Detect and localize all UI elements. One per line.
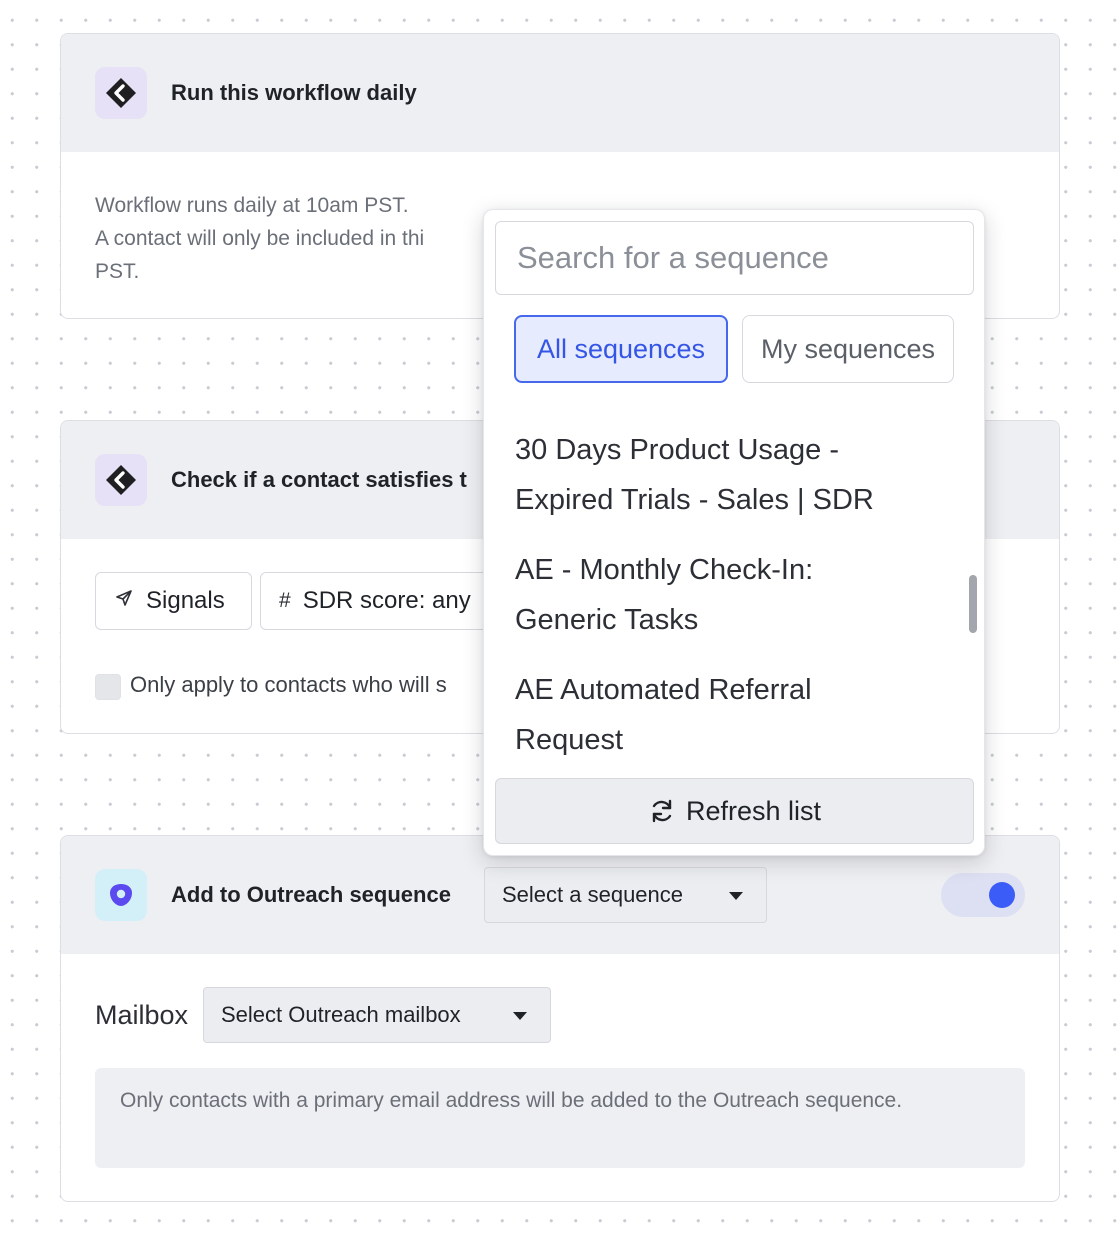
sequence-dropdown: All sequences My sequences 30 Days Produ… bbox=[483, 209, 985, 856]
condition-title: Check if a contact satisfies t bbox=[171, 467, 467, 492]
only-apply-checkbox[interactable] bbox=[95, 674, 121, 700]
outreach-title: Add to Outreach sequence bbox=[171, 882, 451, 907]
sequence-list-scrollbar[interactable] bbox=[969, 575, 977, 633]
tab-all-sequences[interactable]: All sequences bbox=[514, 315, 728, 383]
step-logo-icon bbox=[95, 67, 147, 119]
sequence-option[interactable]: AE - Monthly Check-In: Generic Tasks bbox=[484, 545, 974, 665]
tab-my-sequences[interactable]: My sequences bbox=[742, 315, 954, 383]
sequence-search-input[interactable] bbox=[495, 221, 974, 295]
sequence-option-line: AE Automated Referral bbox=[515, 674, 812, 706]
refresh-list-button[interactable]: Refresh list bbox=[495, 778, 974, 844]
sequence-option-line: Expired Trials - Sales | SDR bbox=[515, 484, 874, 516]
mailbox-select[interactable]: Select Outreach mailbox bbox=[203, 987, 551, 1043]
step-logo-icon bbox=[95, 454, 147, 506]
sequence-option-line: Request bbox=[515, 724, 624, 756]
chevron-down-icon bbox=[729, 892, 743, 900]
primary-email-note: Only contacts with a primary email addre… bbox=[95, 1068, 1025, 1168]
sequence-list: 30 Days Product Usage - Expired Trials -… bbox=[484, 425, 974, 775]
hash-icon: # bbox=[279, 589, 291, 612]
sequence-option-line: AE - Monthly Check-In: bbox=[515, 554, 814, 586]
mailbox-select-label: Select Outreach mailbox bbox=[221, 1002, 461, 1027]
toggle-knob bbox=[989, 882, 1015, 908]
outreach-body: Mailbox Select Outreach mailbox Only con… bbox=[61, 954, 1059, 1201]
sequence-option-line: Generic Tasks bbox=[515, 604, 699, 636]
workflow-schedule-header: Run this workflow daily bbox=[61, 34, 1059, 152]
sequence-option[interactable]: AE Automated Referral Request bbox=[484, 665, 974, 775]
mailbox-label: Mailbox bbox=[95, 1000, 189, 1030]
sequence-select[interactable]: Select a sequence bbox=[484, 867, 767, 923]
send-icon bbox=[114, 588, 134, 614]
sequence-option[interactable]: 30 Days Product Usage - Expired Trials -… bbox=[484, 425, 974, 545]
workflow-schedule-title: Run this workflow daily bbox=[171, 80, 417, 105]
only-apply-checkbox-label: Only apply to contacts who will s bbox=[130, 672, 447, 697]
sequence-option-line: 30 Days Product Usage - bbox=[515, 434, 839, 466]
outreach-step-toggle[interactable] bbox=[941, 873, 1025, 917]
outreach-card: Add to Outreach sequence Select a sequen… bbox=[60, 835, 1060, 1202]
signals-filter-label: Signals bbox=[146, 587, 225, 614]
sequence-select-label: Select a sequence bbox=[502, 882, 684, 907]
signals-filter-button[interactable]: Signals bbox=[95, 572, 252, 630]
sdr-score-filter-label: SDR score: any bbox=[302, 587, 471, 614]
outreach-logo-icon bbox=[95, 869, 147, 921]
refresh-list-label: Refresh list bbox=[685, 795, 822, 826]
chevron-down-icon bbox=[513, 1012, 527, 1020]
refresh-icon bbox=[652, 799, 672, 823]
sdr-score-filter-button[interactable]: # SDR score: any bbox=[260, 572, 520, 630]
